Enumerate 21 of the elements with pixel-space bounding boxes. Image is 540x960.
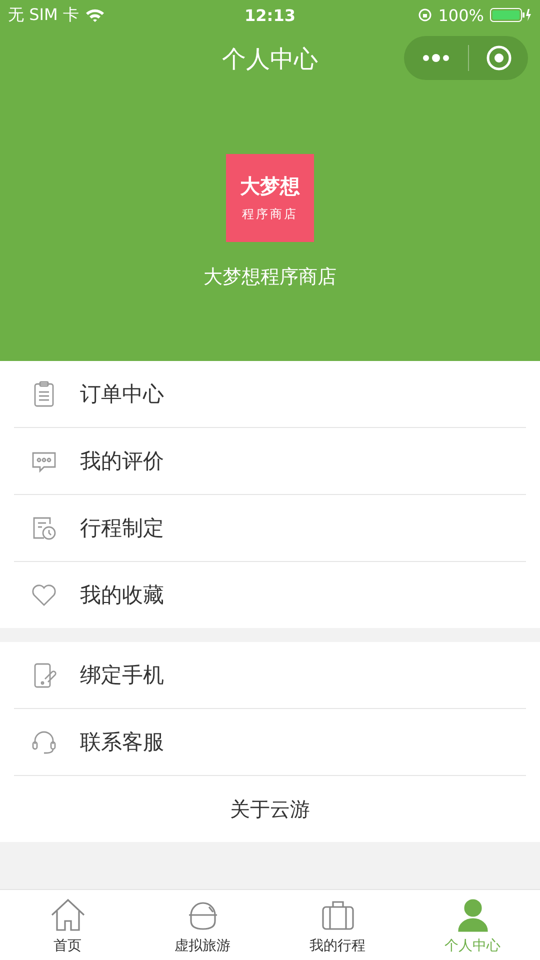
page-title: 个人中心 bbox=[222, 44, 318, 75]
menu-item[interactable]: 行程制定 bbox=[14, 495, 526, 562]
menu-item[interactable]: 订单中心 bbox=[14, 361, 526, 428]
tab[interactable]: 我的行程 bbox=[270, 890, 405, 960]
store-name: 大梦想程序商店 bbox=[204, 265, 336, 290]
more-icon[interactable] bbox=[420, 53, 450, 63]
battery-icon bbox=[490, 7, 532, 23]
battery-percent-text: 100% bbox=[438, 6, 484, 24]
tab[interactable]: 首页 bbox=[0, 890, 135, 960]
menu-item[interactable]: 我的收藏 bbox=[14, 562, 526, 628]
tab[interactable]: 虚拟旅游 bbox=[135, 890, 270, 960]
menu-item[interactable]: 关于云游 bbox=[14, 776, 526, 842]
carrier-text: 无 SIM 卡 bbox=[8, 4, 79, 26]
menu-item[interactable]: 我的评价 bbox=[14, 428, 526, 495]
wifi-icon bbox=[84, 8, 105, 22]
clock-text: 12:13 bbox=[244, 6, 296, 24]
logo-title: 大梦想 bbox=[240, 173, 300, 200]
menu-item[interactable]: 绑定手机 bbox=[14, 642, 526, 709]
logo-subtitle: 程序商店 bbox=[242, 206, 298, 223]
menu-item[interactable]: 联系客服 bbox=[14, 709, 526, 776]
rotation-lock-icon bbox=[418, 8, 432, 22]
